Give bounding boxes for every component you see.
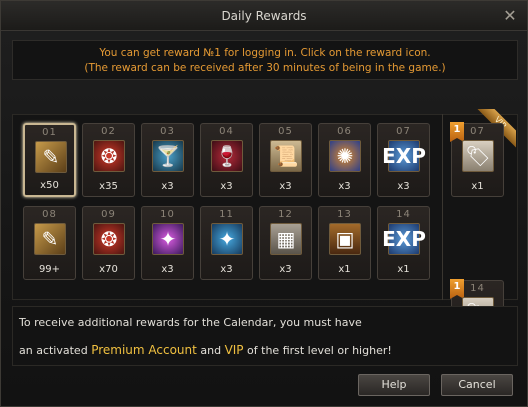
slot-number: 12 [278,209,293,220]
slot-number: 13 [337,209,352,220]
vip-reward-slot-1[interactable]: 07 1 🏷 x1 [450,122,504,197]
slot-quantity: x35 [99,181,118,192]
slot-number: 05 [278,126,293,137]
slot-quantity: x3 [397,181,410,192]
vip-level-badge: 1 [450,279,464,299]
info-line-2: an activated Premium Account and VIP of … [19,343,392,357]
blue-orb-icon: ✦ [211,223,243,255]
daily-rewards-window: Daily Rewards ✕ You can get reward №1 fo… [0,0,528,407]
notice-line-2: (The reward can be received after 30 min… [84,62,446,74]
slot-number: 11 [219,209,234,220]
help-button[interactable]: Help [358,374,430,396]
notice-line-1: You can get reward №1 for logging in. Cl… [99,47,431,59]
premium-account-highlight: Premium Account [91,343,197,357]
slot-quantity: x1 [338,264,351,275]
exp-icon: EXP [382,140,426,172]
slot-quantity: x3 [279,181,292,192]
reward-slot-03[interactable]: 03 🍸 x3 [141,123,194,197]
slot-quantity: x3 [161,264,174,275]
reward-slot-11[interactable]: 11 ✦ x3 [200,206,253,280]
scroll-icon: 📜 [270,140,302,172]
reward-slot-12[interactable]: 12 ▦ x3 [259,206,312,280]
slot-number: 06 [337,126,352,137]
window-title: Daily Rewards [221,9,307,23]
vip-highlight: VIP [224,343,244,357]
slot-number: 14 [396,209,411,220]
slot-quantity: 99+ [38,264,61,275]
exp-icon: EXP [382,223,426,255]
slot-number: 10 [160,209,175,220]
wheel-icon: ✺ [329,140,361,172]
amulet-icon: ❂ [93,140,125,172]
stone-tablet-icon: ▦ [270,223,302,255]
slot-quantity: x3 [338,181,351,192]
quill-icon: ✎ [34,223,66,255]
reward-notice: You can get reward №1 for logging in. Cl… [12,40,518,80]
treasure-chest-icon: ▣ [329,223,361,255]
vip-level-badge: 1 [450,122,464,142]
slot-number: 03 [160,126,175,137]
slot-quantity: x1 [471,181,484,192]
close-icon[interactable]: ✕ [501,7,519,25]
slot-quantity: x3 [220,264,233,275]
slot-quantity: x1 [397,264,410,275]
reward-slot-02[interactable]: 02 ❂ x35 [82,123,135,197]
reward-slot-05[interactable]: 05 📜 x3 [259,123,312,197]
slot-quantity: x70 [99,264,118,275]
reward-slot-04[interactable]: 04 🍷 x3 [200,123,253,197]
slot-quantity: x3 [161,181,174,192]
reward-slot-10[interactable]: 10 ✦ x3 [141,206,194,280]
slot-number: 04 [219,126,234,137]
vip-divider [442,114,443,300]
red-wine-icon: 🍷 [211,140,243,172]
reward-slot-07[interactable]: 07 EXP x3 [377,123,430,197]
tag-icon: 🏷 [462,140,494,172]
info-line-1: To receive additional rewards for the Ca… [19,316,362,329]
rewards-row-2: 08 ✎ 99+ 09 ❂ x70 10 ✦ x3 11 ✦ x3 12 ▦ x3 13 ▣ x1 14 EXP x1 [23,206,430,280]
reward-slot-13[interactable]: 13 ▣ x1 [318,206,371,280]
reward-slot-06[interactable]: 06 ✺ x3 [318,123,371,197]
purple-orb-icon: ✦ [152,223,184,255]
slot-number: 08 [42,209,57,220]
reward-slot-09[interactable]: 09 ❂ x70 [82,206,135,280]
slot-quantity: x3 [279,264,292,275]
title-bar: Daily Rewards [1,1,527,31]
quill-icon: ✎ [35,141,67,173]
requirements-info: To receive additional rewards for the Ca… [12,306,518,366]
slot-number: 09 [101,209,116,220]
slot-number: 07 [396,126,411,137]
reward-slot-01[interactable]: 01 ✎ x50 [23,123,76,197]
reward-slot-08[interactable]: 08 ✎ 99+ [23,206,76,280]
info-and: and [196,344,225,357]
info-line-2-suffix: of the first level or higher! [243,344,392,357]
info-line-2-prefix: an activated [19,344,92,357]
amulet-icon: ❂ [93,223,125,255]
slot-quantity: x3 [220,181,233,192]
rewards-row-1: 01 ✎ x50 02 ❂ x35 03 🍸 x3 04 🍷 x3 05 📜 x3 06 ✺ x3 07 EXP x3 [23,123,430,197]
slot-number: 02 [101,126,116,137]
slot-number: 01 [42,127,57,138]
reward-slot-14[interactable]: 14 EXP x1 [377,206,430,280]
blue-cocktail-icon: 🍸 [152,140,184,172]
slot-quantity: x50 [40,180,59,191]
cancel-button[interactable]: Cancel [441,374,513,396]
